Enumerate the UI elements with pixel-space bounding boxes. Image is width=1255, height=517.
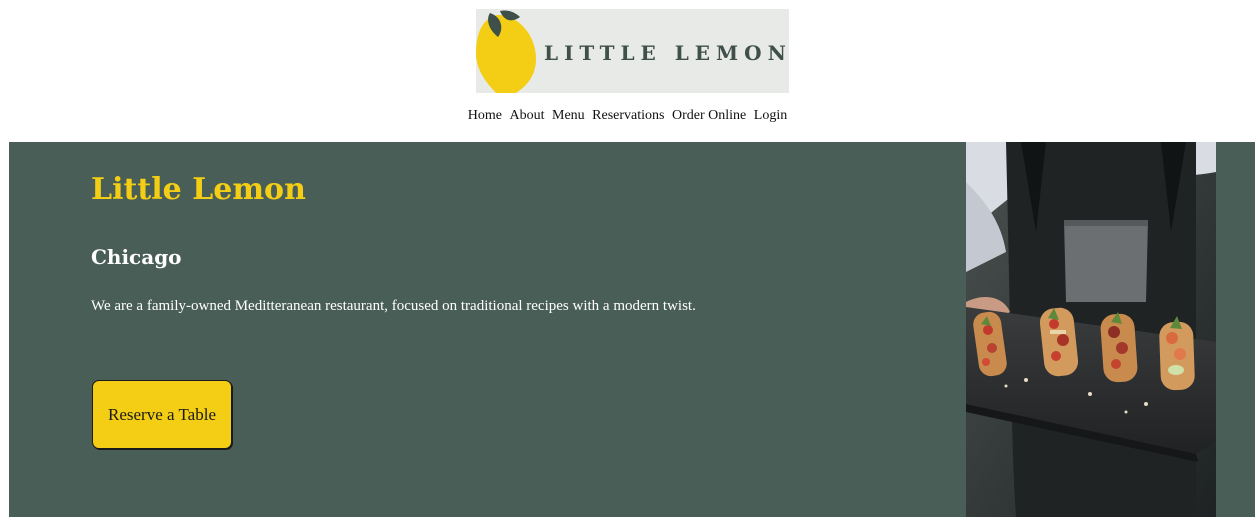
nav-link-about[interactable]: About <box>510 108 545 123</box>
reserve-table-button[interactable]: Reserve a Table <box>92 380 232 449</box>
hero-title: Little Lemon <box>91 172 306 207</box>
nav-link-order-online[interactable]: Order Online <box>672 108 746 123</box>
nav-link-home[interactable]: Home <box>468 108 502 123</box>
nav-link-menu[interactable]: Menu <box>552 108 585 123</box>
site-logo[interactable]: LITTLE LEMON <box>476 9 789 93</box>
hero-description: We are a family-owned Meditteranean rest… <box>91 298 696 314</box>
nav-link-login[interactable]: Login <box>754 108 787 123</box>
site-header: LITTLE LEMON Home About Menu Reservation… <box>0 0 1255 142</box>
waiter-serving-food-illustration <box>966 142 1216 517</box>
hero-section: Little Lemon Chicago We are a family-own… <box>9 142 1255 517</box>
logo-text: LITTLE LEMON <box>544 41 789 65</box>
main-nav: Home About Menu Reservations Order Onlin… <box>0 108 1255 124</box>
hero-image <box>966 142 1216 517</box>
nav-link-reservations[interactable]: Reservations <box>592 108 664 123</box>
hero-subtitle: Chicago <box>91 245 182 269</box>
